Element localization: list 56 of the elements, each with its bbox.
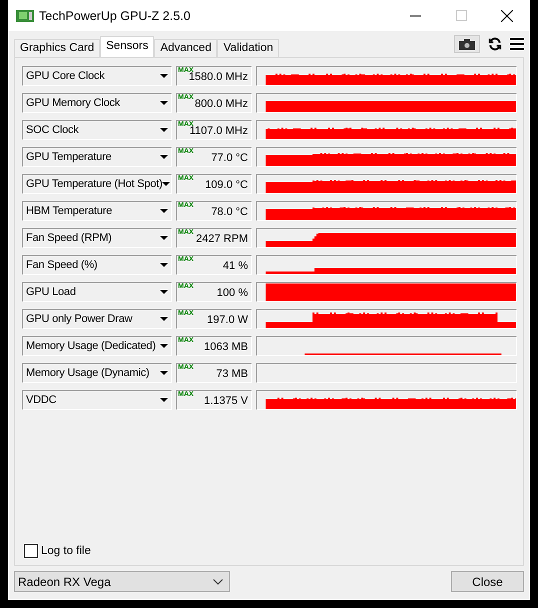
sensor-dropdown[interactable]: VDDC — [22, 390, 172, 410]
caret-icon — [162, 182, 170, 186]
sensor-dropdown[interactable]: Memory Usage (Dedicated) — [22, 336, 172, 356]
sensor-value: 800.0 MHz — [194, 98, 248, 111]
sensor-dropdown[interactable]: HBM Temperature — [22, 201, 172, 221]
tab[interactable]: Graphics Card — [14, 39, 100, 57]
sensor-value: 78.0 °C — [211, 206, 248, 219]
menu-icon[interactable] — [510, 38, 524, 50]
close-button[interactable]: Close — [451, 571, 524, 592]
chevron-down-icon — [213, 578, 223, 584]
sensor-value: 1107.0 MHz — [190, 125, 248, 138]
window-title: TechPowerUp GPU-Z 2.5.0 — [39, 8, 192, 22]
sensor-value: 1580.0 MHz — [188, 71, 248, 84]
tab[interactable]: Validation — [217, 39, 280, 57]
sensor-dropdown[interactable]: Fan Speed (RPM) — [22, 228, 172, 248]
sensor-dropdown[interactable]: GPU Memory Clock — [22, 93, 172, 113]
refresh-icon[interactable] — [488, 37, 502, 51]
sensor-value: 1.1375 V — [204, 395, 248, 408]
caret-icon — [160, 236, 168, 240]
sensor-dropdown[interactable]: Fan Speed (%) — [22, 255, 172, 275]
caret-icon — [160, 263, 168, 267]
gpu-dropdown[interactable]: Radeon RX Vega — [14, 571, 230, 592]
sensor-dropdown[interactable]: GPU only Power Draw — [22, 309, 172, 329]
close-icon — [501, 10, 513, 22]
caret-icon — [160, 344, 168, 348]
camera-icon — [459, 38, 475, 50]
sensor-value: 100 % — [216, 287, 248, 300]
sensor-value: 2427 RPM — [196, 233, 248, 246]
sensor-value: 77.0 °C — [211, 152, 248, 165]
tab[interactable]: Sensors — [100, 36, 154, 57]
sensor-dropdown[interactable]: SOC Clock — [22, 120, 172, 140]
checkbox-label[interactable]: Log to file — [41, 545, 91, 557]
caret-icon — [160, 155, 168, 159]
camera-button[interactable] — [454, 35, 480, 53]
caret-icon — [160, 74, 168, 78]
sensor-value: 109.0 °C — [205, 179, 248, 192]
sensor-dropdown[interactable]: GPU Temperature — [22, 147, 172, 167]
caret-icon — [160, 371, 168, 375]
maximize-icon — [456, 10, 466, 21]
sensor-dropdown[interactable]: GPU Core Clock — [22, 66, 172, 86]
caret-icon — [160, 101, 168, 105]
sensor-value: 41 % — [222, 260, 248, 273]
caret-icon — [160, 128, 168, 132]
graphics-card-icon — [16, 8, 34, 22]
sensor-dropdown[interactable]: Memory Usage (Dynamic) — [22, 363, 172, 383]
caret-icon — [160, 290, 168, 294]
sensor-value: 1063 MB — [204, 341, 248, 354]
sensor-value: 73 MB — [216, 368, 248, 381]
caret-icon — [160, 209, 168, 213]
sensor-dropdown[interactable]: GPU Temperature (Hot Spot) — [22, 174, 172, 194]
checkbox[interactable] — [24, 544, 38, 558]
caret-icon — [160, 398, 168, 402]
sensor-dropdown[interactable]: GPU Load — [22, 282, 172, 302]
caret-icon — [160, 317, 168, 321]
sensor-value: 197.0 W — [207, 314, 248, 327]
tab[interactable]: Advanced — [154, 39, 218, 57]
